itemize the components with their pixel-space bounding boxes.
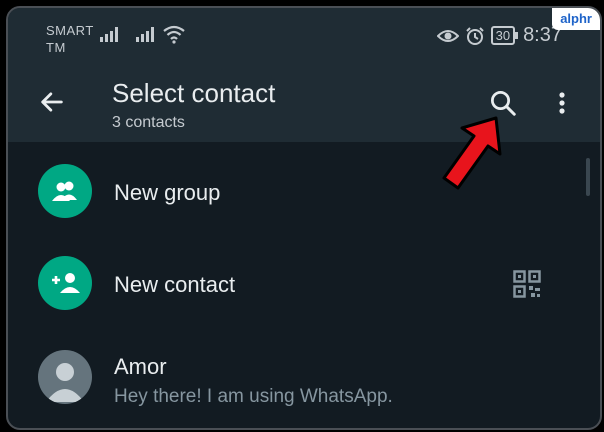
back-arrow-icon[interactable]	[38, 88, 66, 116]
more-vert-icon[interactable]	[552, 88, 572, 118]
contact-name: Amor	[114, 354, 167, 379]
group-icon	[38, 164, 92, 218]
signal-icon	[100, 27, 118, 42]
app-bar: Select contact 3 contacts	[8, 66, 600, 142]
page-title: Select contact	[112, 78, 276, 108]
alarm-icon	[465, 26, 484, 45]
new-contact-label: New contact	[114, 272, 236, 297]
status-bar: SMART TM 30 8:37 alphr	[8, 8, 600, 66]
phone-screen: SMART TM 30 8:37 alphr Select contact 3 …	[6, 6, 602, 430]
carrier-line-1: SMART	[46, 23, 94, 38]
new-contact-item[interactable]: New contact	[8, 248, 600, 328]
new-group-item[interactable]: New group	[8, 156, 600, 236]
watermark-logo: alphr	[552, 8, 600, 30]
add-contact-icon	[38, 256, 92, 310]
qr-code-icon[interactable]	[513, 270, 541, 298]
carrier-line-2: TM	[46, 40, 66, 55]
eye-icon	[436, 29, 459, 42]
status-icons: 30 8:37	[436, 24, 562, 47]
new-group-label: New group	[114, 180, 221, 205]
search-icon[interactable]	[488, 88, 518, 118]
contact-count: 3 contacts	[112, 114, 185, 131]
default-avatar-icon	[38, 350, 92, 404]
signal-icon	[136, 27, 154, 42]
wifi-icon	[163, 25, 185, 44]
carrier-label: SMART TM	[46, 22, 94, 56]
contact-status: Hey there! I am using WhatsApp.	[114, 386, 393, 407]
contact-row[interactable]: Amor Hey there! I am using WhatsApp.	[8, 340, 600, 420]
battery-icon: 30	[490, 26, 519, 45]
